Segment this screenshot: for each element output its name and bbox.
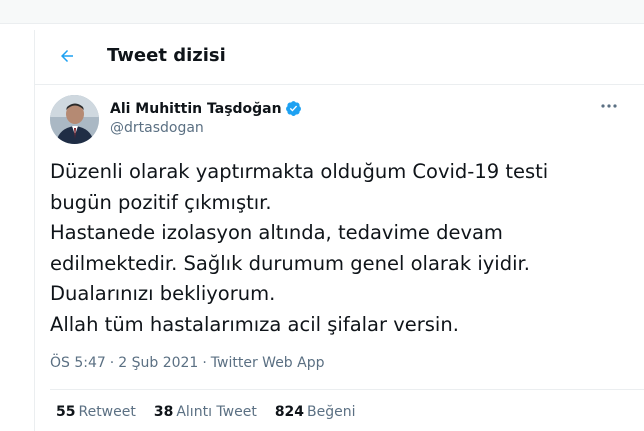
tweet-text-line: Düzenli olarak yaptırmakta olduğum Covid… <box>50 160 549 183</box>
arrow-left-icon <box>61 50 73 62</box>
tweet-date[interactable]: 2 Şub 2021 <box>118 355 198 371</box>
profile-photo <box>50 95 99 144</box>
tweet-text-line: Hastanede izolasyon altında, tedavime de… <box>50 221 503 245</box>
likes-label: Beğeni <box>307 404 356 420</box>
quotes-count: 38 <box>153 404 174 420</box>
likes-count: 824 <box>274 404 305 420</box>
author-row: Ali Muhittin Taşdoğan <box>110 100 302 117</box>
likes-stat[interactable]: 824 Beğeni <box>275 404 356 420</box>
meta-separator: · <box>109 355 115 371</box>
tweet-page: Tweet dizisi Ali Muhittin Taşdoğan @drta… <box>0 0 644 431</box>
tweet-meta: ÖS 5:47 · 2 Şub 2021 · Twitter Web App <box>50 355 325 371</box>
tweet-text-line: Dualarınızı bekliyorum. <box>50 282 276 306</box>
page-header: Tweet dizisi <box>35 30 644 85</box>
verified-badge-icon <box>285 101 301 116</box>
tweet-stats: 55 Retweet 38 Alıntı Tweet 824 Beğeni <box>56 404 374 420</box>
more-options-button[interactable] <box>598 99 620 113</box>
page-title: Tweet dizisi <box>107 45 226 66</box>
quotes-label: Alıntı Tweet <box>176 404 257 420</box>
retweets-stat[interactable]: 55 Retweet <box>56 404 136 420</box>
top-bar <box>0 0 644 24</box>
tweet-source[interactable]: Twitter Web App <box>211 355 325 371</box>
author-handle[interactable]: @drtasdogan <box>110 120 204 136</box>
divider <box>50 389 644 390</box>
column-border <box>34 30 35 431</box>
tweet-text-line: Allah tüm hastalarımıza acil şifalar ver… <box>50 312 459 336</box>
tweet-time[interactable]: ÖS 5:47 <box>50 355 106 371</box>
meta-separator: · <box>202 355 207 371</box>
author-name[interactable]: Ali Muhittin Taşdoğan <box>110 101 282 117</box>
retweets-label: Retweet <box>78 404 136 420</box>
tweet-text-line: bugün pozitif çıkmıştır. <box>50 190 272 214</box>
avatar[interactable] <box>50 95 99 144</box>
tweet-text-line: edilmektedir. Sağlık durumum genel olara… <box>50 251 530 275</box>
quotes-stat[interactable]: 38 Alıntı Tweet <box>154 404 257 420</box>
retweets-count: 55 <box>56 404 76 420</box>
back-button[interactable] <box>55 44 79 68</box>
tweet-text: Düzenli olarak yaptırmakta olduğum Covid… <box>50 157 635 341</box>
more-icon <box>601 104 617 108</box>
